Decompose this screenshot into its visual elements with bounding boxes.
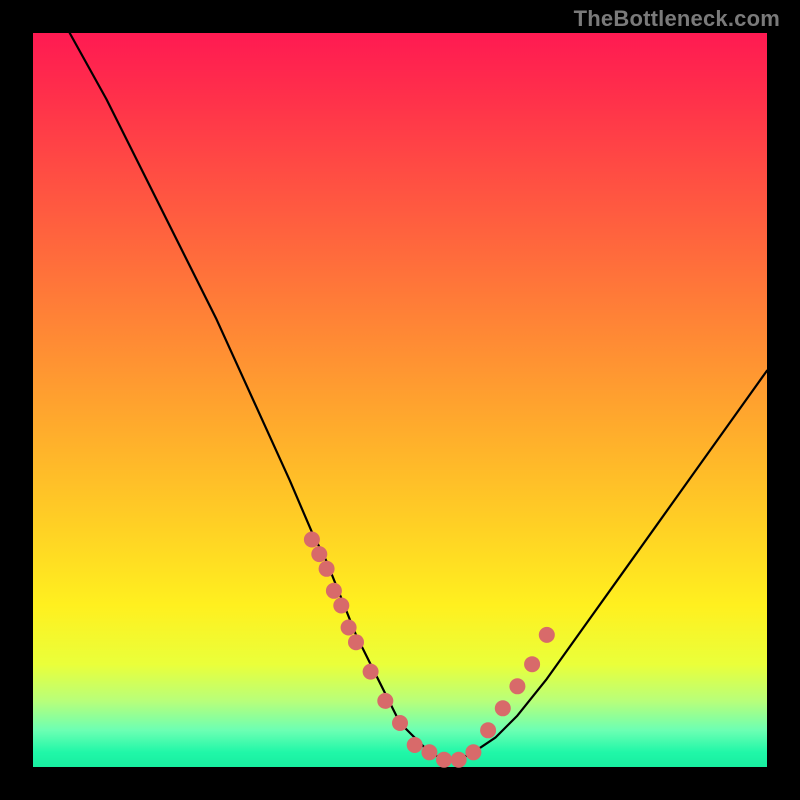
plot-area (33, 33, 767, 767)
watermark-text: TheBottleneck.com (574, 6, 780, 32)
data-point (348, 634, 364, 650)
data-point (509, 678, 525, 694)
data-point (319, 561, 335, 577)
data-point (407, 737, 423, 753)
data-point (465, 744, 481, 760)
data-point (326, 583, 342, 599)
data-point (363, 664, 379, 680)
data-point (436, 752, 452, 768)
data-point (451, 752, 467, 768)
data-point (524, 656, 540, 672)
data-point (480, 722, 496, 738)
data-point (421, 744, 437, 760)
data-point (377, 693, 393, 709)
data-point (392, 715, 408, 731)
chart-svg (33, 33, 767, 767)
data-point (341, 620, 357, 636)
data-point (311, 546, 327, 562)
data-point (304, 532, 320, 548)
curve-path (70, 33, 767, 760)
data-point (539, 627, 555, 643)
data-point (333, 598, 349, 614)
chart-frame: TheBottleneck.com (0, 0, 800, 800)
data-point (495, 700, 511, 716)
